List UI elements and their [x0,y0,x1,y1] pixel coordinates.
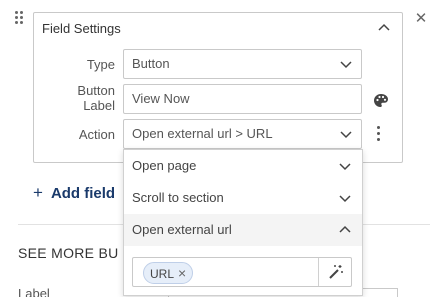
add-field-label: Add field [50,185,116,202]
type-select[interactable]: Button [123,49,362,79]
magic-wand-icon[interactable] [327,263,345,281]
type-label: Type [86,57,115,72]
kebab-menu-icon[interactable] [373,123,385,143]
url-chip-label: URL [150,267,175,281]
menu-item-label: Scroll to section [132,190,224,205]
close-icon[interactable]: ✕ [412,10,430,28]
drag-handle-icon[interactable] [14,10,26,30]
chevron-up-icon [339,225,351,233]
url-chip[interactable]: URL × [143,262,194,284]
url-token-input[interactable]: URL × [132,257,352,287]
divider [318,258,319,286]
field-label: Label [18,286,50,297]
action-value: Open external url > URL [132,126,273,141]
add-field-button[interactable]: + Add field [33,183,115,203]
button-label-value: View Now [132,91,190,106]
chevron-down-icon [340,61,352,69]
menu-item-scroll-to-section[interactable]: Scroll to section [124,182,362,214]
chip-remove-icon[interactable]: × [178,265,186,281]
panel-title: Field Settings [42,21,121,36]
menu-item-label: Open page [132,158,197,173]
plus-icon: + [33,183,43,202]
menu-item-label: Open external url [132,222,232,237]
chevron-down-icon [340,131,352,139]
action-dropdown-menu: Open page Scroll to section Open externa… [123,149,363,296]
palette-icon[interactable] [372,92,390,110]
chevron-up-icon[interactable] [376,20,392,36]
button-label-label: Button Label [77,83,115,113]
section-heading: SEE MORE BU [18,245,119,261]
action-select[interactable]: Open external url > URL [123,119,362,149]
menu-item-open-page[interactable]: Open page [124,150,362,182]
button-label-input[interactable]: View Now [123,84,362,114]
action-label: Action [78,127,115,142]
menu-item-open-external-url[interactable]: Open external url [124,214,362,246]
chevron-down-icon [339,195,351,203]
chevron-down-icon [339,163,351,171]
type-value: Button [132,56,170,71]
